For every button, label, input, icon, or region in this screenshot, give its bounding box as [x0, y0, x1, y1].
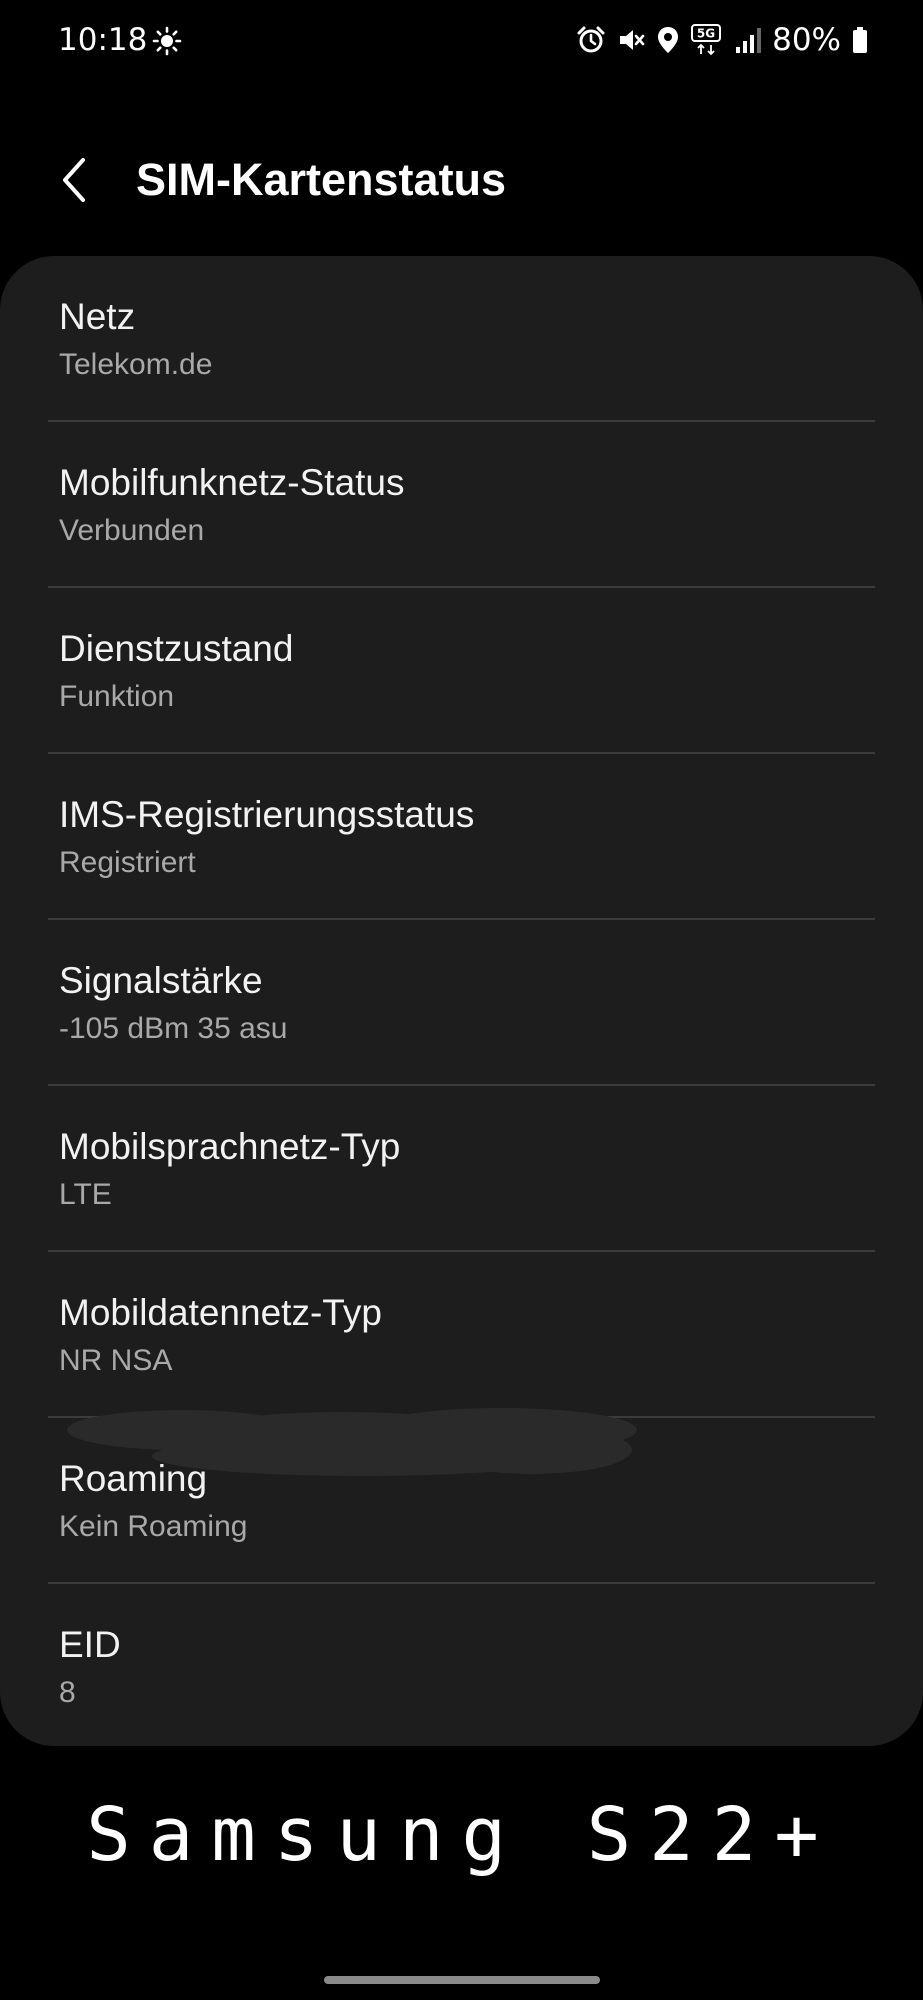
item-title: EID	[59, 1624, 121, 1665]
item-title: IMS-Registrierungsstatus	[59, 794, 475, 835]
list-item-mobildatennetz-typ[interactable]: Mobildatennetz-Typ NR NSA	[0, 1252, 923, 1418]
back-button[interactable]	[44, 150, 104, 210]
item-title: Signalstärke	[59, 960, 263, 1001]
page-title: SIM-Kartenstatus	[136, 154, 507, 205]
list-item-netz[interactable]: Netz Telekom.de	[0, 256, 923, 422]
battery-icon	[851, 25, 869, 55]
item-value: Verbunden	[59, 514, 205, 547]
location-icon	[656, 25, 680, 55]
list-item-eid[interactable]: EID 8	[0, 1584, 923, 1746]
caption-overlay: Samsung S22+	[86, 1792, 837, 1878]
item-value: NR NSA	[59, 1344, 173, 1377]
status-bar: 10:18 5G 80%	[0, 0, 923, 82]
list-item-mobilsprachnetz-typ[interactable]: Mobilsprachnetz-Typ LTE	[0, 1086, 923, 1252]
alarm-icon	[576, 25, 606, 55]
chevron-left-icon	[63, 158, 85, 202]
redaction-overlay	[62, 1404, 642, 1484]
signal-icon	[734, 25, 762, 55]
battery-percent: 80%	[772, 22, 841, 58]
app-header: SIM-Kartenstatus	[0, 130, 923, 230]
list-item-signalstaerke[interactable]: Signalstärke -105 dBm 35 asu	[0, 920, 923, 1086]
status-time: 10:18	[58, 22, 148, 58]
item-value: Kein Roaming	[59, 1510, 248, 1543]
item-value: Registriert	[59, 846, 196, 879]
item-title: Mobilsprachnetz-Typ	[59, 1126, 401, 1167]
item-value: -105 dBm 35 asu	[59, 1012, 288, 1045]
list-item-mobilfunknetz-status[interactable]: Mobilfunknetz-Status Verbunden	[0, 422, 923, 588]
item-value: LTE	[59, 1178, 112, 1211]
5g-icon: 5G	[690, 23, 724, 57]
item-value: Funktion	[59, 680, 175, 713]
item-value: Telekom.de	[59, 348, 213, 381]
status-icons: 5G 80%	[576, 18, 869, 62]
list-item-dienstzustand[interactable]: Dienstzustand Funktion	[0, 588, 923, 754]
item-value: 8	[59, 1676, 76, 1709]
brightness-icon	[152, 26, 182, 56]
item-title: Netz	[59, 296, 136, 337]
sim-status-card: Netz Telekom.de Mobilfunknetz-Status Ver…	[0, 256, 923, 1746]
home-indicator[interactable]	[324, 1976, 600, 1984]
svg-text:5G: 5G	[697, 27, 715, 41]
list-item-ims-registrierungsstatus[interactable]: IMS-Registrierungsstatus Registriert	[0, 754, 923, 920]
item-title: Dienstzustand	[59, 628, 294, 669]
item-title: Mobildatennetz-Typ	[59, 1292, 382, 1333]
item-title: Mobilfunknetz-Status	[59, 462, 405, 503]
vibrate-mute-icon	[616, 25, 646, 55]
